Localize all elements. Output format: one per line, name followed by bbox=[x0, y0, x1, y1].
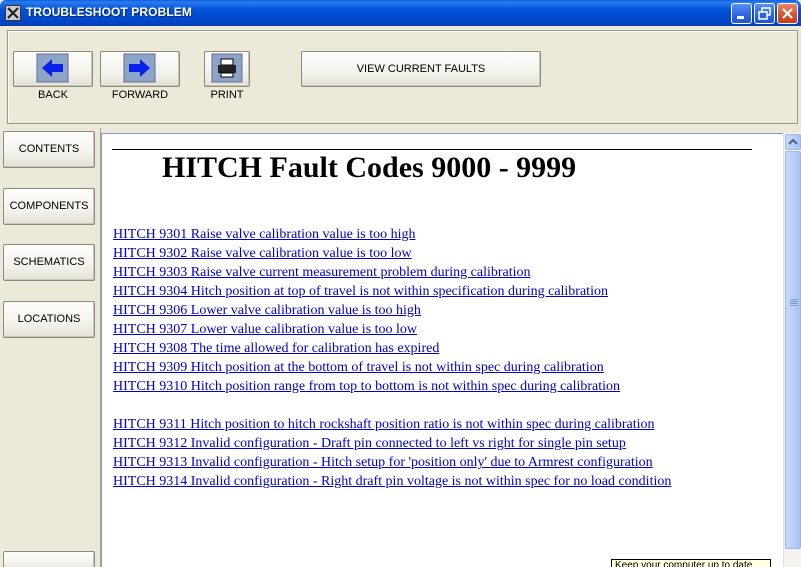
nav-more-button[interactable] bbox=[3, 551, 95, 567]
print-label: PRINT bbox=[210, 89, 244, 101]
fault-link[interactable]: HITCH 9303 Raise valve current measureme… bbox=[113, 263, 683, 282]
fault-link[interactable]: HITCH 9314 Invalid configuration - Right… bbox=[113, 472, 683, 491]
toolbar: BACK FORWARD PRINT VIEW CURRENT FAULTS bbox=[7, 30, 798, 124]
page-title: HITCH Fault Codes 9000 - 9999 bbox=[162, 151, 577, 184]
fault-link[interactable]: HITCH 9310 Hitch position range from top… bbox=[113, 377, 683, 396]
fault-link[interactable]: HITCH 9302 Raise valve calibration value… bbox=[113, 244, 683, 263]
fault-link[interactable]: HITCH 9306 Lower valve calibration value… bbox=[113, 301, 683, 320]
fault-link[interactable]: HITCH 9309 Hitch position at the bottom … bbox=[113, 358, 683, 377]
minimize-button[interactable] bbox=[731, 3, 752, 24]
forward-label: FORWARD bbox=[111, 89, 169, 101]
left-nav: CONTENTS COMPONENTS SCHEMATICS LOCATIONS bbox=[0, 128, 101, 567]
fault-link[interactable]: HITCH 9301 Raise valve calibration value… bbox=[113, 225, 683, 244]
back-label: BACK bbox=[38, 89, 68, 101]
window-title: TROUBLESHOOT PROBLEM bbox=[26, 5, 192, 19]
minimize-icon bbox=[737, 16, 744, 19]
fault-link[interactable]: HITCH 9311 Hitch position to hitch rocks… bbox=[113, 415, 683, 434]
chevron-up-icon bbox=[788, 138, 798, 145]
print-button[interactable] bbox=[204, 51, 250, 87]
list-gap bbox=[113, 396, 683, 415]
back-button[interactable] bbox=[13, 51, 93, 87]
tools-icon[interactable] bbox=[5, 5, 21, 21]
fault-link[interactable]: HITCH 9308 The time allowed for calibrat… bbox=[113, 339, 683, 358]
printer-icon bbox=[211, 53, 243, 83]
tooltip-balloon[interactable]: Keep your computer up to date bbox=[611, 559, 771, 567]
fault-link[interactable]: HITCH 9313 Invalid configuration - Hitch… bbox=[113, 453, 683, 472]
fault-link[interactable]: HITCH 9304 Hitch position at top of trav… bbox=[113, 282, 683, 301]
nav-components-button[interactable]: COMPONENTS bbox=[3, 188, 95, 225]
nav-locations-button[interactable]: LOCATIONS bbox=[3, 301, 95, 338]
forward-button[interactable] bbox=[100, 51, 180, 87]
vertical-scrollbar[interactable] bbox=[783, 133, 801, 567]
view-current-faults-button[interactable]: VIEW CURRENT FAULTS bbox=[301, 51, 541, 87]
content-pane[interactable]: HITCH Fault Codes 9000 - 9999 HITCH 9301… bbox=[101, 133, 783, 567]
fault-list: HITCH 9301 Raise valve calibration value… bbox=[113, 225, 683, 491]
restore-button[interactable] bbox=[754, 3, 775, 24]
scroll-up-button[interactable] bbox=[785, 134, 801, 150]
nav-contents-button[interactable]: CONTENTS bbox=[3, 131, 95, 168]
close-icon bbox=[782, 8, 793, 19]
close-button[interactable] bbox=[777, 3, 798, 24]
arrow-left-icon bbox=[36, 53, 69, 83]
title-bar[interactable]: TROUBLESHOOT PROBLEM bbox=[0, 0, 801, 26]
arrow-right-icon bbox=[123, 53, 156, 83]
restore-icon bbox=[758, 7, 771, 20]
fault-link[interactable]: HITCH 9312 Invalid configuration - Draft… bbox=[113, 434, 683, 453]
title-rule bbox=[112, 149, 752, 150]
scroll-thumb[interactable] bbox=[785, 151, 801, 549]
fault-link[interactable]: HITCH 9307 Lower value calibration value… bbox=[113, 320, 683, 339]
nav-schematics-button[interactable]: SCHEMATICS bbox=[3, 244, 95, 281]
